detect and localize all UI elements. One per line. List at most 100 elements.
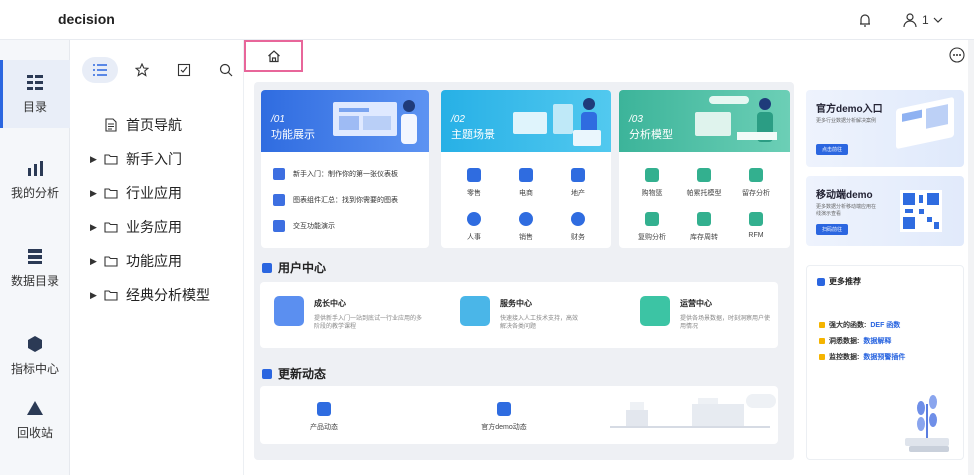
recommend-link[interactable]: 数据解释 (863, 336, 891, 346)
person-icon (467, 212, 481, 226)
scene-finance[interactable]: 财务 (553, 212, 603, 242)
mobile-demo-promo[interactable]: 移动端demo 更多数据分析移动端应用在线演示查看 扫码前往 (806, 176, 964, 246)
recommend-link[interactable]: 数据预警插件 (863, 352, 905, 362)
model-label: 帕累托模型 (686, 190, 722, 197)
tree-item-home-nav[interactable]: 首页导航 (90, 108, 210, 142)
demo-updates[interactable]: 官方demo动态 (474, 402, 534, 432)
tree-item-folder[interactable]: ▶ 经典分析模型 (90, 278, 210, 312)
promo-desc: 更多行业数据分析解决案例 (816, 118, 877, 124)
promo-button[interactable]: 扫码前往 (816, 224, 849, 235)
scene-label: 零售 (467, 190, 481, 197)
rfm-icon (749, 212, 763, 226)
chart-icon (273, 194, 285, 206)
promo-button[interactable]: 点击前往 (816, 144, 849, 155)
recommend-heading: 更多推荐 (817, 276, 861, 287)
model-label: 购物篮 (641, 190, 663, 197)
recommend-item[interactable]: 洞悉数据: 数据解释 (829, 336, 891, 346)
updates-panel: 产品动态 官方demo动态 (260, 386, 778, 444)
product-updates[interactable]: 产品动态 (296, 402, 352, 432)
model-pareto[interactable]: 帕累托模型 (679, 168, 729, 198)
tree-item-folder[interactable]: ▶ 新手入门 (90, 142, 210, 176)
card-link[interactable]: 交互功能演示 (273, 220, 335, 232)
recommend-item[interactable]: 强大的函数: DEF 函数 (829, 320, 900, 330)
growth-center[interactable]: 成长中心 提供新手入门一站到底试一行业应用的多阶段的教学课程 (274, 296, 424, 331)
rail-label: 回收站 (16, 426, 53, 440)
uc-desc: 提供各场景数据，时刻洞察用户使用情况 (680, 316, 771, 330)
caret-right-icon[interactable]: ▶ (90, 256, 100, 267)
folder-icon (104, 154, 118, 165)
rail-label: 数据目录 (10, 274, 59, 288)
star-icon (819, 354, 825, 360)
scene-retail[interactable]: 零售 (449, 168, 499, 198)
scene-sales[interactable]: 销售 (501, 212, 551, 242)
model-inventory[interactable]: 库存周转 (679, 212, 729, 242)
scene-ecommerce[interactable]: 电商 (501, 168, 551, 198)
model-rfm[interactable]: RFM (731, 212, 781, 239)
uc-desc: 快速接入人工技术支持，高效解决各类问题 (500, 316, 579, 330)
caret-right-icon[interactable]: ▶ (90, 290, 100, 301)
model-label: 复购分析 (638, 234, 666, 241)
user-menu[interactable]: 1 (902, 11, 943, 29)
scene-label: 地产 (571, 190, 585, 197)
metrics-icon (28, 336, 42, 352)
service-center[interactable]: 服务中心 快速接入人工技术支持，高效解决各类问题 (460, 296, 580, 331)
scrollbar[interactable] (968, 40, 974, 475)
caret-right-icon[interactable]: ▶ (90, 188, 100, 199)
recommend-link[interactable]: DEF 函数 (870, 320, 900, 330)
promo-title: 官方demo入口 (816, 104, 883, 115)
card-theme-scenes[interactable]: /02 主题场景 零售 电商 地产 人事 销售 财务 (441, 90, 611, 248)
card-analysis-models[interactable]: /03 分析模型 购物篮 帕累托模型 留存分析 复购分析 库存周转 RFM (619, 90, 790, 248)
model-repurchase[interactable]: 复购分析 (627, 212, 677, 242)
building-icon (571, 168, 585, 182)
rail-item-recycle-bin[interactable]: 回收站 (0, 398, 70, 441)
scene-real-estate[interactable]: 地产 (553, 168, 603, 198)
tab-home[interactable] (244, 40, 303, 72)
card-header: /03 分析模型 (619, 90, 790, 152)
model-retention[interactable]: 留存分析 (731, 168, 781, 198)
recommend-key: 监控数据: (829, 354, 860, 361)
tree-item-label: 新手入门 (126, 151, 182, 167)
tree-item-label: 业务应用 (126, 219, 182, 235)
store-icon (467, 168, 481, 182)
directory-panel: 首页导航 ▶ 新手入门 ▶ 行业应用 ▶ 业务应用 ▶ 功能应用 ▶ 经典分析模… (70, 40, 316, 475)
card-link-label: 交互功能演示 (293, 223, 335, 230)
star-icon (819, 338, 825, 344)
recommend-title: 更多推荐 (829, 277, 861, 286)
operation-center[interactable]: 运营中心 提供各场景数据，时刻洞察用户使用情况 (640, 296, 770, 331)
card-link[interactable]: 新手入门：制作你的第一张仪表板 (273, 168, 398, 180)
finance-icon (571, 212, 585, 226)
rail-item-directory[interactable]: 目录 (0, 60, 70, 128)
illustration (695, 96, 777, 142)
qr-code-icon (900, 190, 942, 232)
card-header: /01 功能展示 (261, 90, 429, 152)
model-basket[interactable]: 购物篮 (627, 168, 677, 198)
user-center-panel: 成长中心 提供新手入门一站到底试一行业应用的多阶段的教学课程 服务中心 快速接入… (260, 282, 778, 348)
tree-item-folder[interactable]: ▶ 行业应用 (90, 176, 210, 210)
scene-hr[interactable]: 人事 (449, 212, 499, 242)
rail-item-data-catalog[interactable]: 数据目录 (0, 246, 70, 289)
tree-item-folder[interactable]: ▶ 业务应用 (90, 210, 210, 244)
repurchase-icon (645, 212, 659, 226)
list-view-tab[interactable] (82, 57, 118, 83)
search-tab[interactable] (208, 57, 244, 83)
scene-label: 人事 (467, 234, 481, 241)
caret-right-icon[interactable]: ▶ (90, 154, 100, 165)
more-options-icon[interactable] (949, 47, 965, 63)
rail-item-metrics[interactable]: 指标中心 (0, 334, 70, 377)
directory-icon (27, 75, 43, 90)
rail-item-analysis[interactable]: 我的分析 (0, 158, 70, 201)
user-center-icon (262, 262, 272, 273)
card-link[interactable]: 图表组件汇总：找到你需要的图表 (273, 194, 398, 206)
edit-tab[interactable] (166, 57, 202, 83)
recommend-item[interactable]: 监控数据: 数据预警插件 (829, 352, 905, 362)
official-demo-promo[interactable]: 官方demo入口 更多行业数据分析解决案例 点击前往 (806, 90, 964, 167)
tree-item-folder[interactable]: ▶ 功能应用 (90, 244, 210, 278)
bell-icon[interactable] (856, 11, 874, 29)
favorites-tab[interactable] (124, 57, 160, 83)
card-feature-showcase[interactable]: /01 功能展示 新手入门：制作你的第一张仪表板 图表组件汇总：找到你需要的图表… (261, 90, 429, 248)
model-label: 库存周转 (690, 234, 718, 241)
promo-title: 移动端demo (816, 190, 873, 201)
caret-right-icon[interactable]: ▶ (90, 222, 100, 233)
basket-icon (645, 168, 659, 182)
file-icon (105, 118, 117, 132)
